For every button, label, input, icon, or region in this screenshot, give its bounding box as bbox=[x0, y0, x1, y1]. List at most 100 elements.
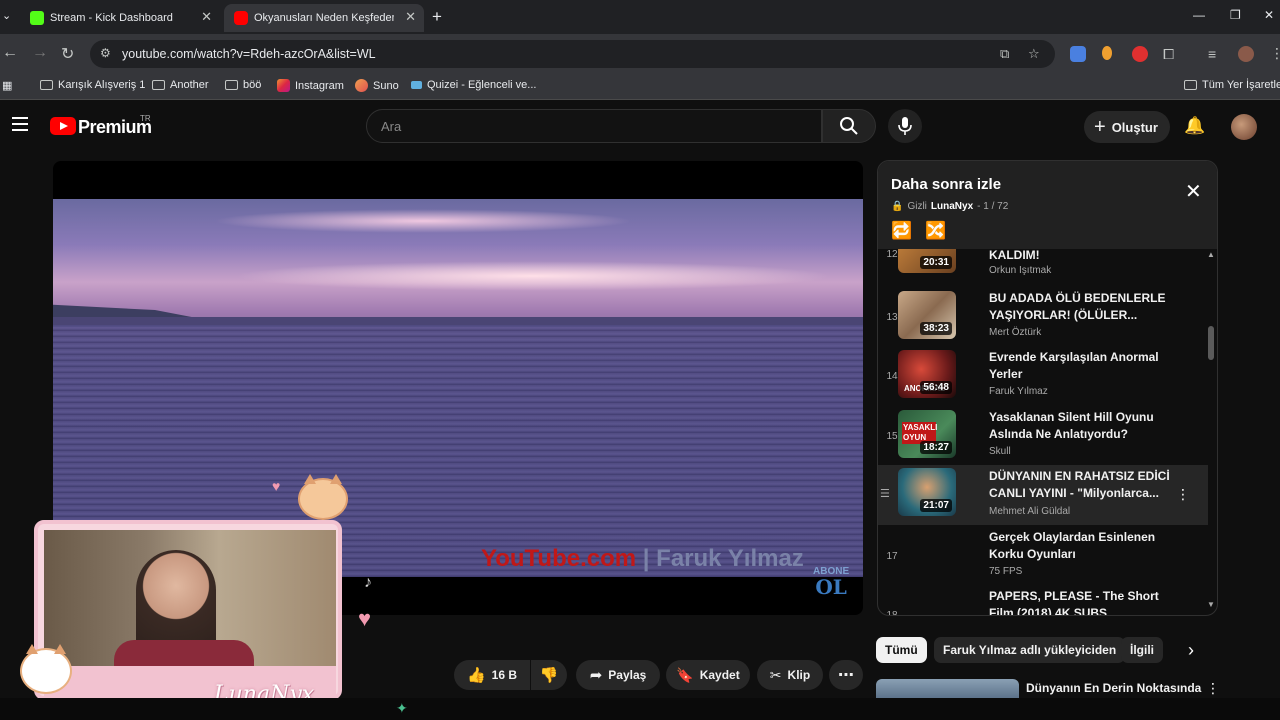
bookmark-instagram[interactable]: Instagram bbox=[277, 79, 344, 92]
playlist-item[interactable]: 13 38:23 BU ADADA ÖLÜ BEDENLERLE YAŞIYOR… bbox=[878, 290, 1208, 348]
close-tab-icon[interactable]: ✕ bbox=[405, 9, 416, 25]
profile-avatar-icon[interactable] bbox=[1238, 46, 1254, 62]
folder-icon bbox=[40, 80, 53, 90]
bookmark-folder[interactable]: Another bbox=[152, 79, 209, 91]
all-bookmarks[interactable]: Tüm Yer İşaretle bbox=[1184, 79, 1280, 91]
restore-icon[interactable]: ❐ bbox=[1230, 8, 1241, 22]
search-input[interactable]: Ara bbox=[366, 109, 822, 143]
playlist-title[interactable]: Daha sonra izle bbox=[891, 176, 1001, 193]
create-label: Oluştur bbox=[1111, 119, 1158, 135]
playlist-meta: 🔒 Gizli LunaNyx - 1 / 72 bbox=[891, 201, 1008, 212]
more-actions-button[interactable]: ⋯ bbox=[829, 660, 863, 690]
share-button[interactable]: ➦ Paylaş bbox=[576, 660, 660, 690]
menu-icon[interactable] bbox=[12, 117, 28, 135]
playlist-item[interactable]: 15 YASAKLI OYUN 18:27 Yasaklanan Silent … bbox=[878, 409, 1208, 467]
item-channel: Mehmet Ali Güldal bbox=[989, 506, 1071, 517]
video-thumbnail: YASAKLI OYUN 18:27 bbox=[898, 410, 956, 458]
voice-search-button[interactable] bbox=[888, 109, 922, 143]
bookmark-label: Instagram bbox=[295, 79, 344, 92]
item-channel: Orkun Işıtmak bbox=[989, 265, 1052, 276]
more-options-icon[interactable]: ⋮ bbox=[1176, 486, 1190, 503]
close-window-icon[interactable]: ✕ bbox=[1264, 8, 1274, 22]
create-button[interactable]: + Oluştur bbox=[1084, 111, 1170, 143]
duration-badge: 56:48 bbox=[920, 381, 952, 394]
extension-icon[interactable] bbox=[1102, 46, 1112, 60]
ol-text: OL bbox=[815, 575, 847, 599]
chip-related[interactable]: İlgili bbox=[1121, 637, 1163, 663]
clip-button[interactable]: ✂ Klip bbox=[757, 660, 823, 690]
close-tab-icon[interactable]: ✕ bbox=[201, 9, 212, 25]
bookmark-folder[interactable]: Karışık Alışveriş 1 bbox=[40, 79, 145, 91]
playlist-scrollbar[interactable]: ▲ ▼ bbox=[1207, 250, 1215, 612]
video-thumbnail: ANORMAL 56:48 bbox=[898, 350, 956, 398]
install-app-icon[interactable]: ⧉ bbox=[1000, 46, 1009, 62]
playlist-item[interactable]: 14 ANORMAL 56:48 Evrende Karşılaşılan An… bbox=[878, 349, 1208, 407]
bookmark-folder[interactable]: böö bbox=[225, 79, 261, 91]
dislike-button[interactable]: 👎 bbox=[531, 660, 567, 690]
playlist-owner[interactable]: LunaNyx bbox=[931, 201, 973, 212]
playlist-item[interactable]: 18 PAPERS, PLEASE - The Short Film (2018… bbox=[878, 588, 1208, 615]
drag-handle-icon[interactable]: ☰ bbox=[880, 487, 890, 500]
bookmark-star-icon[interactable]: ☆ bbox=[1028, 46, 1040, 62]
apps-icon[interactable]: ▦ bbox=[2, 79, 12, 92]
media-control-icon[interactable]: ≡ bbox=[1208, 46, 1216, 62]
webcam-feed bbox=[44, 530, 336, 666]
playlist-privacy: Gizli bbox=[907, 201, 927, 212]
browser-tab-strip: ⌄ Stream - Kick Dashboard ✕ Okyanusları … bbox=[0, 0, 1280, 34]
address-bar[interactable]: ⚙ youtube.com/watch?v=Rdeh-azcOrA&list=W… bbox=[90, 40, 1055, 68]
back-icon[interactable]: ← bbox=[2, 44, 18, 62]
translate-extension-icon[interactable] bbox=[1070, 46, 1086, 62]
related-video-title[interactable]: Dünyanın En Derin Noktasında bbox=[1026, 681, 1201, 695]
extensions-puzzle-icon[interactable]: ⧠ bbox=[1163, 46, 1174, 63]
minimize-icon[interactable]: — bbox=[1193, 8, 1205, 22]
playlist-header: Daha sonra izle 🔒 Gizli LunaNyx - 1 / 72… bbox=[878, 161, 1217, 249]
youtube-header: Premium TR Ara + Oluştur 🔔 bbox=[0, 100, 1280, 156]
lock-icon: 🔒 bbox=[891, 201, 904, 212]
item-title: Yasaklanan Silent Hill Oyunu Aslında Ne … bbox=[989, 410, 1154, 441]
playlist-item[interactable]: 17 Gerçek Olaylardan Esinlenen Korku Oyu… bbox=[878, 529, 1208, 587]
loop-icon[interactable]: 🔁 bbox=[891, 221, 912, 241]
video-sky bbox=[233, 261, 833, 291]
save-button[interactable]: 🔖 Kaydet bbox=[666, 660, 750, 690]
new-tab-icon[interactable]: + bbox=[432, 7, 442, 27]
chip-from-uploader[interactable]: Faruk Yılmaz adlı yükleyiciden bbox=[934, 637, 1126, 663]
tab-search-icon[interactable]: ⌄ bbox=[2, 9, 11, 22]
bookmark-label: Another bbox=[170, 79, 209, 91]
chip-all[interactable]: Tümü bbox=[876, 637, 927, 663]
item-channel: 75 FPS bbox=[989, 566, 1023, 577]
close-icon[interactable]: ✕ bbox=[1185, 179, 1202, 204]
bookmark-label: Suno bbox=[373, 79, 399, 92]
heart-icon: ♥ bbox=[358, 606, 372, 631]
video-thumbnail: 20:31 bbox=[898, 249, 956, 273]
like-button[interactable]: 👍 16 B bbox=[454, 660, 530, 690]
scrollbar-thumb[interactable] bbox=[1208, 326, 1214, 360]
more-options-icon[interactable]: ⋮ bbox=[1206, 680, 1220, 697]
chevron-right-icon[interactable]: › bbox=[1188, 640, 1194, 661]
related-video-thumbnail[interactable] bbox=[876, 679, 1019, 699]
site-info-icon[interactable]: ⚙ bbox=[100, 46, 111, 60]
bookmark-quizei[interactable]: Quizei - Eğlenceli ve... bbox=[411, 79, 536, 91]
forward-icon[interactable]: → bbox=[32, 44, 48, 62]
playlist-item-current[interactable]: ☰ 21:07 DÜNYANIN EN RAHATSIZ EDİCİ CANLI… bbox=[878, 465, 1208, 525]
reload-icon[interactable]: ↻ bbox=[61, 44, 74, 64]
browser-menu-icon[interactable]: ⋮ bbox=[1270, 45, 1280, 62]
bookmark-suno[interactable]: Suno bbox=[355, 79, 399, 92]
search-button[interactable] bbox=[822, 109, 876, 143]
tab-youtube-video[interactable]: Okyanusları Neden Keşfedeme ✕ bbox=[224, 4, 424, 32]
notifications-bell-icon[interactable]: 🔔 bbox=[1184, 116, 1205, 136]
scroll-down-icon[interactable]: ▼ bbox=[1207, 600, 1215, 609]
youtube-logo-icon[interactable] bbox=[50, 117, 76, 135]
tab-kick-dashboard[interactable]: Stream - Kick Dashboard ✕ bbox=[20, 4, 220, 32]
search-icon bbox=[840, 117, 858, 135]
item-title: DÜNYANIN EN RAHATSIZ EDİCİ CANLI YAYINI … bbox=[989, 469, 1170, 500]
duration-badge: 20:31 bbox=[920, 256, 952, 269]
cat-sticker-icon bbox=[20, 644, 72, 694]
scroll-up-icon[interactable]: ▲ bbox=[1207, 250, 1215, 259]
account-avatar[interactable] bbox=[1231, 114, 1257, 140]
extension-icon[interactable] bbox=[1132, 46, 1148, 62]
url-text: youtube.com/watch?v=Rdeh-azcOrA&list=WL bbox=[122, 47, 376, 61]
bottom-strip: ✦ bbox=[0, 698, 1280, 720]
item-title: KALDIM! bbox=[989, 249, 1040, 262]
shuffle-icon[interactable]: 🔀 bbox=[925, 221, 946, 241]
chip-label: İlgili bbox=[1130, 643, 1154, 657]
